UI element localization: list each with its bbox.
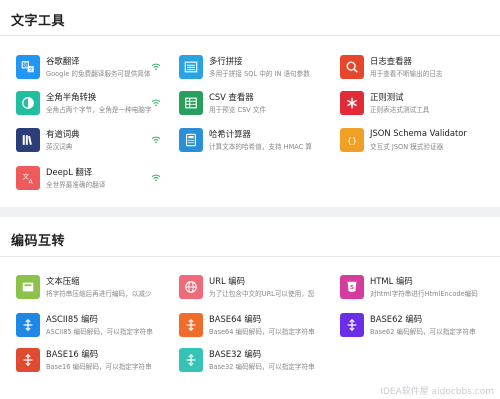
tool-csv[interactable]: CSV 查看器用于预览 CSV 文件	[179, 91, 334, 117]
section-divider	[0, 256, 500, 257]
svg-text:G: G	[24, 63, 28, 69]
tool-name: 日志查看器	[370, 56, 412, 66]
tool-description: 用于预览 CSV 文件	[209, 106, 267, 114]
encoding-section: 编码互转 文本压缩将字符串压缩后再进行编码，以减少 URL 编码为了让包含中文的U…	[0, 217, 500, 399]
tool-text_tools-7[interactable]: 哈希计算器计算文本的哈希值，支持 HMAC 算	[179, 128, 334, 154]
tool-name: 谷歌翻译	[46, 56, 80, 66]
tool-name: 哈希计算器	[209, 129, 251, 139]
tool-description: 为了让包含中文的URL可以使用，您	[209, 290, 315, 298]
tool-name: CSV 查看器	[209, 92, 254, 102]
tool-base62[interactable]: BASE62 编码 Base62 编码解码，可以指定字符串	[340, 313, 495, 339]
tool-base64[interactable]: BASE64 编码 Base64 编码解码，可以指定字符串	[179, 313, 334, 339]
calculator-icon	[179, 128, 203, 152]
tool-description: 英汉词典	[46, 143, 73, 151]
translate-icon: G文	[16, 55, 40, 79]
tool-description: 交互式 JSON 模式验证器	[370, 143, 444, 151]
tool-name: HTML 编码	[370, 276, 413, 286]
tool-deepl[interactable]: 文 A DeepL 翻译全世界最准确的翻译	[16, 166, 171, 192]
tool-name: BASE62 编码	[370, 314, 423, 324]
tool-base16[interactable]: BASE16 编码 Base16 编码解码，可以指定字符串	[16, 348, 171, 374]
transform-icon	[179, 348, 203, 372]
transform-icon	[16, 313, 40, 337]
tool-encoding-0[interactable]: 文本压缩将字符串压缩后再进行编码，以减少	[16, 275, 171, 301]
tool-html[interactable]: 5 HTML 编码对html字符串进行HtmlEncode编码	[340, 275, 495, 301]
language-icon: 文A	[16, 166, 40, 190]
wifi-icon	[151, 92, 161, 107]
svg-text:A: A	[29, 178, 34, 185]
svg-text:5: 5	[350, 285, 354, 291]
tool-name: 正则测试	[370, 92, 404, 102]
tool-name: 有道词典	[46, 129, 80, 139]
wifi-icon	[151, 56, 161, 71]
csv-table-icon	[179, 91, 203, 115]
tool-name: BASE64 编码	[209, 314, 262, 324]
transform-icon	[179, 313, 203, 337]
tool-name: 全角半角转换	[46, 92, 97, 102]
tool-description: Base16 编码解码，可以指定字符串	[46, 363, 152, 371]
tool-description: Base64 编码解码，可以指定字符串	[209, 328, 315, 336]
tool-description: Base62 编码解码，可以指定字符串	[370, 328, 476, 336]
tool-name: 多行拼接	[209, 56, 243, 66]
html5-icon: 5	[340, 275, 364, 299]
tool-description: 多用于拼接 SQL 中的 IN 语句参数	[209, 70, 310, 78]
tool-name: ASCII85 编码	[46, 314, 98, 324]
tool-name: DeepL 翻译	[46, 167, 93, 177]
tool-text_tools-2[interactable]: 日志查看器用于查看不断输出的日志	[340, 55, 495, 81]
section-divider	[0, 35, 500, 36]
tool-text_tools-3[interactable]: 全角半角转换全角占两个字节，全角是一种电脑字	[16, 91, 171, 117]
asterisk-icon	[340, 91, 364, 115]
tool-json-schema-validator[interactable]: {} JSON Schema Validator 交互式 JSON 模式验证器	[340, 128, 495, 154]
globe-icon	[179, 275, 203, 299]
braces-icon: {}	[340, 128, 364, 152]
tool-description: Google 的免费翻译服务可提供简体	[46, 70, 151, 78]
tool-description: 将字符串压缩后再进行编码，以减少	[46, 290, 152, 298]
section-title-text-tools: 文字工具	[11, 14, 66, 29]
tool-ascii85[interactable]: ASCII85 编码 ASCII85 编码解码，可以指定字符串	[16, 313, 171, 339]
tool-description: 用于查看不断输出的日志	[370, 70, 443, 78]
tool-name: JSON Schema Validator	[370, 128, 467, 138]
transform-icon	[340, 313, 364, 337]
log-search-icon	[340, 55, 364, 79]
tool-name: BASE16 编码	[46, 349, 99, 359]
tool-description: 对html字符串进行HtmlEncode编码	[370, 290, 478, 298]
tool-description: 全世界最准确的翻译	[46, 181, 106, 189]
tool-description: ASCII85 编码解码，可以指定字符串	[46, 328, 153, 336]
watermark: IDEA软件屋 aidocbbs.com	[380, 387, 494, 397]
tool-text_tools-1[interactable]: 多行拼接多用于拼接 SQL 中的 IN 语句参数	[179, 55, 334, 81]
tool-text_tools-6[interactable]: 有道词典 英汉词典	[16, 128, 171, 154]
compress-icon	[16, 275, 40, 299]
tool-url[interactable]: URL 编码为了让包含中文的URL可以使用，您	[179, 275, 334, 301]
rows-join-icon	[179, 55, 203, 79]
half-circle-icon	[16, 91, 40, 115]
books-icon	[16, 128, 40, 152]
wifi-icon	[151, 129, 161, 144]
tool-description: Base32 编码解码，可以指定字符串	[209, 363, 315, 371]
tool-description: 计算文本的哈希值，支持 HMAC 算	[209, 143, 312, 151]
tool-description: 正则表达式测试工具	[370, 106, 430, 114]
tool-name: 文本压缩	[46, 276, 80, 286]
tool-description: 全角占两个字节，全角是一种电脑字	[46, 106, 152, 114]
wifi-icon	[151, 167, 161, 182]
tool-text_tools-5[interactable]: 正则测试正则表达式测试工具	[340, 91, 495, 117]
text-tools-section: 文字工具 G 文谷歌翻译 Google 的免费翻译服务可提供简体 多行拼接多用于拼接 …	[0, 0, 500, 207]
svg-text:{}: {}	[347, 136, 356, 145]
section-title-encoding: 编码互转	[11, 234, 66, 249]
tool-text_tools-0[interactable]: G 文谷歌翻译 Google 的免费翻译服务可提供简体	[16, 55, 171, 81]
transform-icon	[16, 348, 40, 372]
tool-name: BASE32 编码	[209, 349, 262, 359]
tool-name: URL 编码	[209, 276, 246, 286]
tool-base32[interactable]: BASE32 编码 Base32 编码解码，可以指定字符串	[179, 348, 334, 374]
